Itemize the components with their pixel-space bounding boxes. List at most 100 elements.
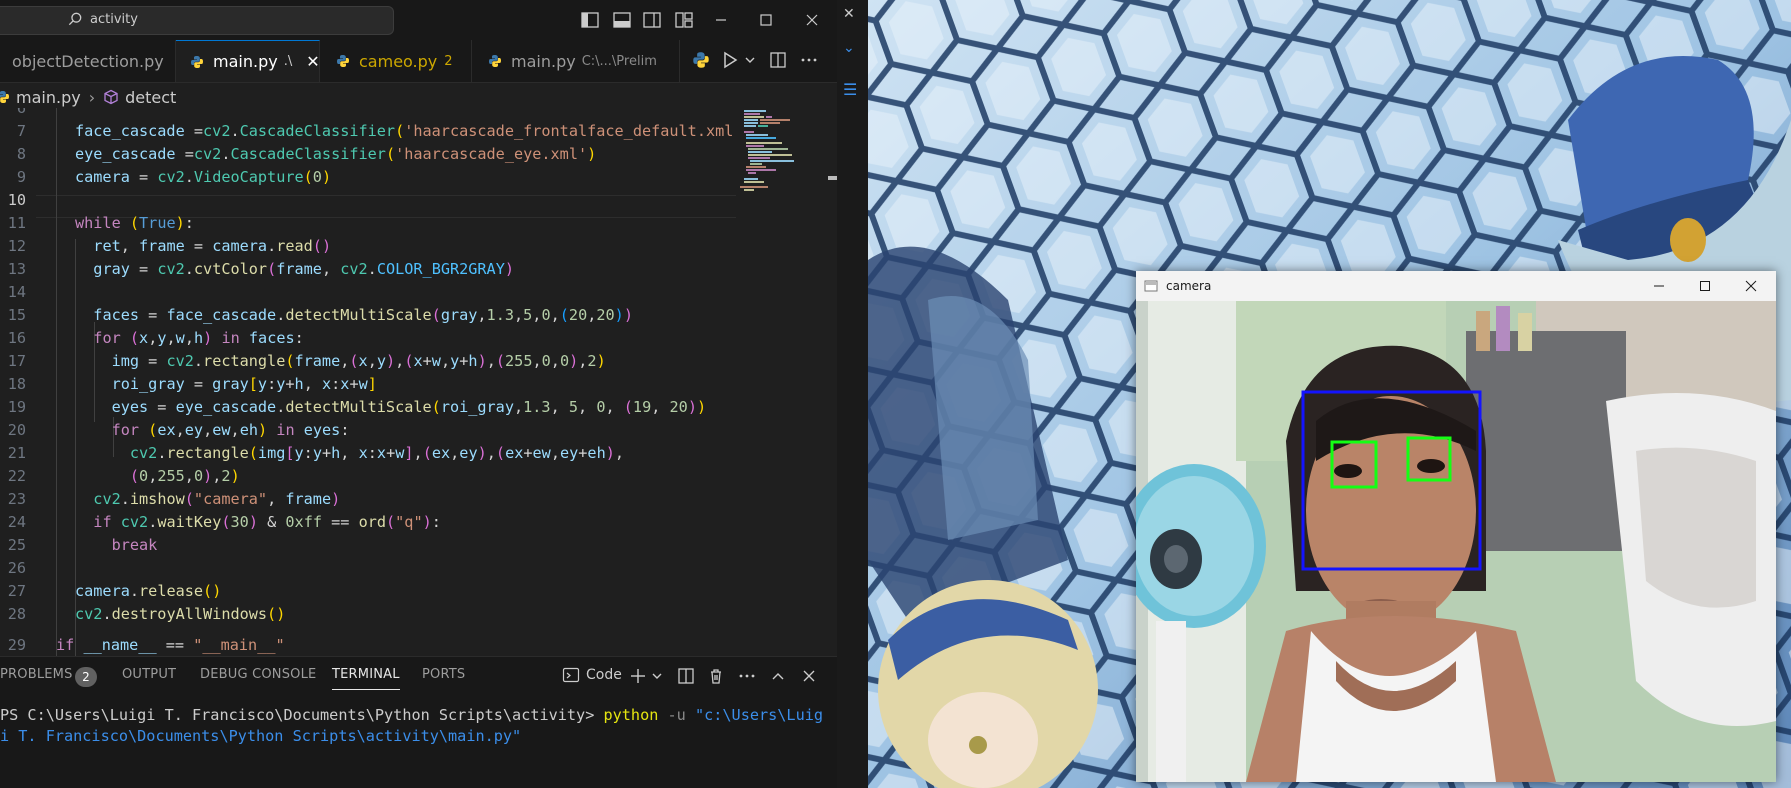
code-line: 10 [0, 189, 736, 212]
python-file-icon [489, 55, 501, 67]
line-number: 15 [7, 306, 26, 324]
line-number: 7 [16, 122, 26, 140]
close-panel-icon[interactable] [799, 666, 819, 686]
line-number: 11 [7, 214, 26, 232]
vscode-window: activity objectDetection.py main.py .\ ✕… [0, 0, 837, 788]
window-app-icon [1144, 280, 1158, 292]
toggle-secondary-sidebar-icon[interactable] [642, 10, 662, 30]
run-dropdown-chevron-down-icon[interactable] [743, 51, 763, 71]
close-window-icon[interactable] [802, 10, 822, 30]
tab-objectdetection[interactable]: objectDetection.py [0, 40, 176, 82]
close-icon[interactable]: ✕ [843, 6, 855, 22]
new-terminal-plus-icon[interactable] [628, 666, 648, 686]
code-line: 14 [0, 281, 736, 304]
customize-layout-icon[interactable] [674, 10, 694, 30]
line-number: 6 [16, 108, 26, 117]
chevron-down-icon[interactable]: ⌄ [843, 40, 855, 56]
minimap[interactable] [736, 108, 828, 656]
editor-scrollbar[interactable] [828, 108, 837, 656]
breadcrumb: main.py › detect [0, 84, 176, 110]
code-line: 12 ret, frame = camera.read() [0, 235, 736, 258]
minimize-icon[interactable] [1653, 280, 1665, 292]
camera-window-title: camera [1166, 279, 1212, 293]
command-center-search[interactable]: activity [0, 6, 394, 35]
breadcrumb-symbol[interactable]: detect [125, 88, 176, 107]
code-line: 26 [0, 557, 736, 580]
code-line: 28 cv2.destroyAllWindows() [0, 603, 736, 626]
tab-ports[interactable]: PORTS [422, 667, 465, 682]
maximize-panel-chevron-up-icon[interactable] [768, 666, 788, 686]
tab-label: cameo.py [359, 51, 438, 71]
code-line: 13 gray = cv2.cvtColor(frame, cv2.COLOR_… [0, 258, 736, 281]
code-line: 21 cv2.rectangle(img[y:y+h, x:x+w],(ex,e… [0, 442, 736, 465]
tab-output[interactable]: OUTPUT [122, 667, 176, 682]
code-line: 15 faces = face_cascade.detectMultiScale… [0, 304, 736, 327]
tab-path: C:\...\Prelim [581, 53, 657, 69]
terminal-icon [562, 667, 580, 683]
line-number: 24 [7, 513, 26, 531]
python-file-icon [337, 55, 349, 67]
close-icon[interactable] [1745, 280, 1757, 292]
scrollbar-thumb[interactable] [828, 176, 837, 180]
line-number: 19 [7, 398, 26, 416]
terminal-line[interactable]: PS C:\Users\Luigi T. Francisco\Documents… [0, 705, 823, 726]
kill-terminal-trash-icon[interactable] [706, 666, 726, 686]
terminal-command: python [603, 706, 659, 724]
minimize-icon[interactable] [711, 10, 731, 30]
line-number: 9 [16, 168, 26, 186]
code-line: 29 if __name__ == "__main__" [0, 634, 736, 656]
problems-count-badge: 2 [75, 667, 97, 687]
run-icon[interactable] [721, 51, 741, 71]
code-line: 20 for (ex,ey,ew,eh) in eyes: [0, 419, 736, 442]
tab-path: .\ [283, 54, 293, 69]
terminal-prompt: PS C:\Users\Luigi T. Francisco\Documents… [0, 706, 595, 724]
search-icon [68, 12, 82, 26]
terminal-profile-selector[interactable]: Code [562, 666, 622, 684]
tab-problems[interactable]: PROBLEMS [0, 667, 73, 682]
code-editor[interactable]: 6 7 face_cascade =cv2.CascadeClassifier('… [0, 108, 837, 656]
line-number: 12 [7, 237, 26, 255]
code-line: 25 break [0, 534, 736, 557]
tab-main-active[interactable]: main.py .\ ✕ [176, 40, 320, 82]
tab-debug-console[interactable]: DEBUG CONSOLE [200, 667, 316, 682]
new-terminal-chevron-down-icon[interactable] [650, 666, 670, 686]
line-number: 10 [7, 191, 26, 209]
tab-label: main.py [511, 51, 576, 71]
line-number: 27 [7, 582, 26, 600]
maximize-icon[interactable] [756, 10, 776, 30]
list-icon[interactable]: ☰ [843, 80, 857, 99]
maximize-icon[interactable] [1699, 280, 1711, 292]
line-number: 18 [7, 375, 26, 393]
camera-feed [1136, 301, 1776, 782]
camera-window-titlebar[interactable]: camera [1136, 271, 1776, 301]
toggle-panel-icon[interactable] [612, 10, 632, 30]
line-number: 17 [7, 352, 26, 370]
tab-cameo[interactable]: cameo.py 2 [320, 40, 472, 82]
split-editor-icon[interactable] [769, 51, 789, 71]
code-line: 27 camera.release() [0, 580, 736, 603]
code-line: 8 eye_cascade =cv2.CascadeClassifier('haa… [0, 143, 736, 166]
breadcrumb-file[interactable]: main.py [16, 88, 81, 107]
terminal-line[interactable]: i T. Francisco\Documents\Python Scripts\… [0, 726, 521, 747]
line-number: 13 [7, 260, 26, 278]
tab-terminal[interactable]: TERMINAL [332, 667, 400, 690]
editor-tabs: objectDetection.py main.py .\ ✕ cameo.py… [0, 40, 837, 83]
line-number: 14 [7, 283, 26, 301]
code-line: 19 eyes = eye_cascade.detectMultiScale(r… [0, 396, 736, 419]
toggle-primary-sidebar-icon[interactable] [580, 10, 600, 30]
tab-main-prelim[interactable]: main.py C:\...\Prelim [472, 40, 680, 82]
tab-label: objectDetection.py [12, 51, 164, 71]
camera-frame-image [1136, 301, 1776, 782]
close-tab-icon[interactable]: ✕ [306, 52, 319, 71]
breadcrumb-chevron-right-icon: › [88, 87, 96, 107]
title-bar: activity [0, 0, 837, 40]
line-number: 23 [7, 490, 26, 508]
line-number: 22 [7, 467, 26, 485]
tab-label: main.py [213, 52, 278, 71]
panel-more-actions-icon[interactable] [737, 666, 757, 686]
split-terminal-icon[interactable] [676, 666, 696, 686]
code-line: 6 [0, 108, 736, 120]
terminal-flag: -u [667, 706, 686, 724]
tab-problem-count: 2 [444, 53, 453, 69]
more-actions-icon[interactable] [800, 51, 820, 71]
